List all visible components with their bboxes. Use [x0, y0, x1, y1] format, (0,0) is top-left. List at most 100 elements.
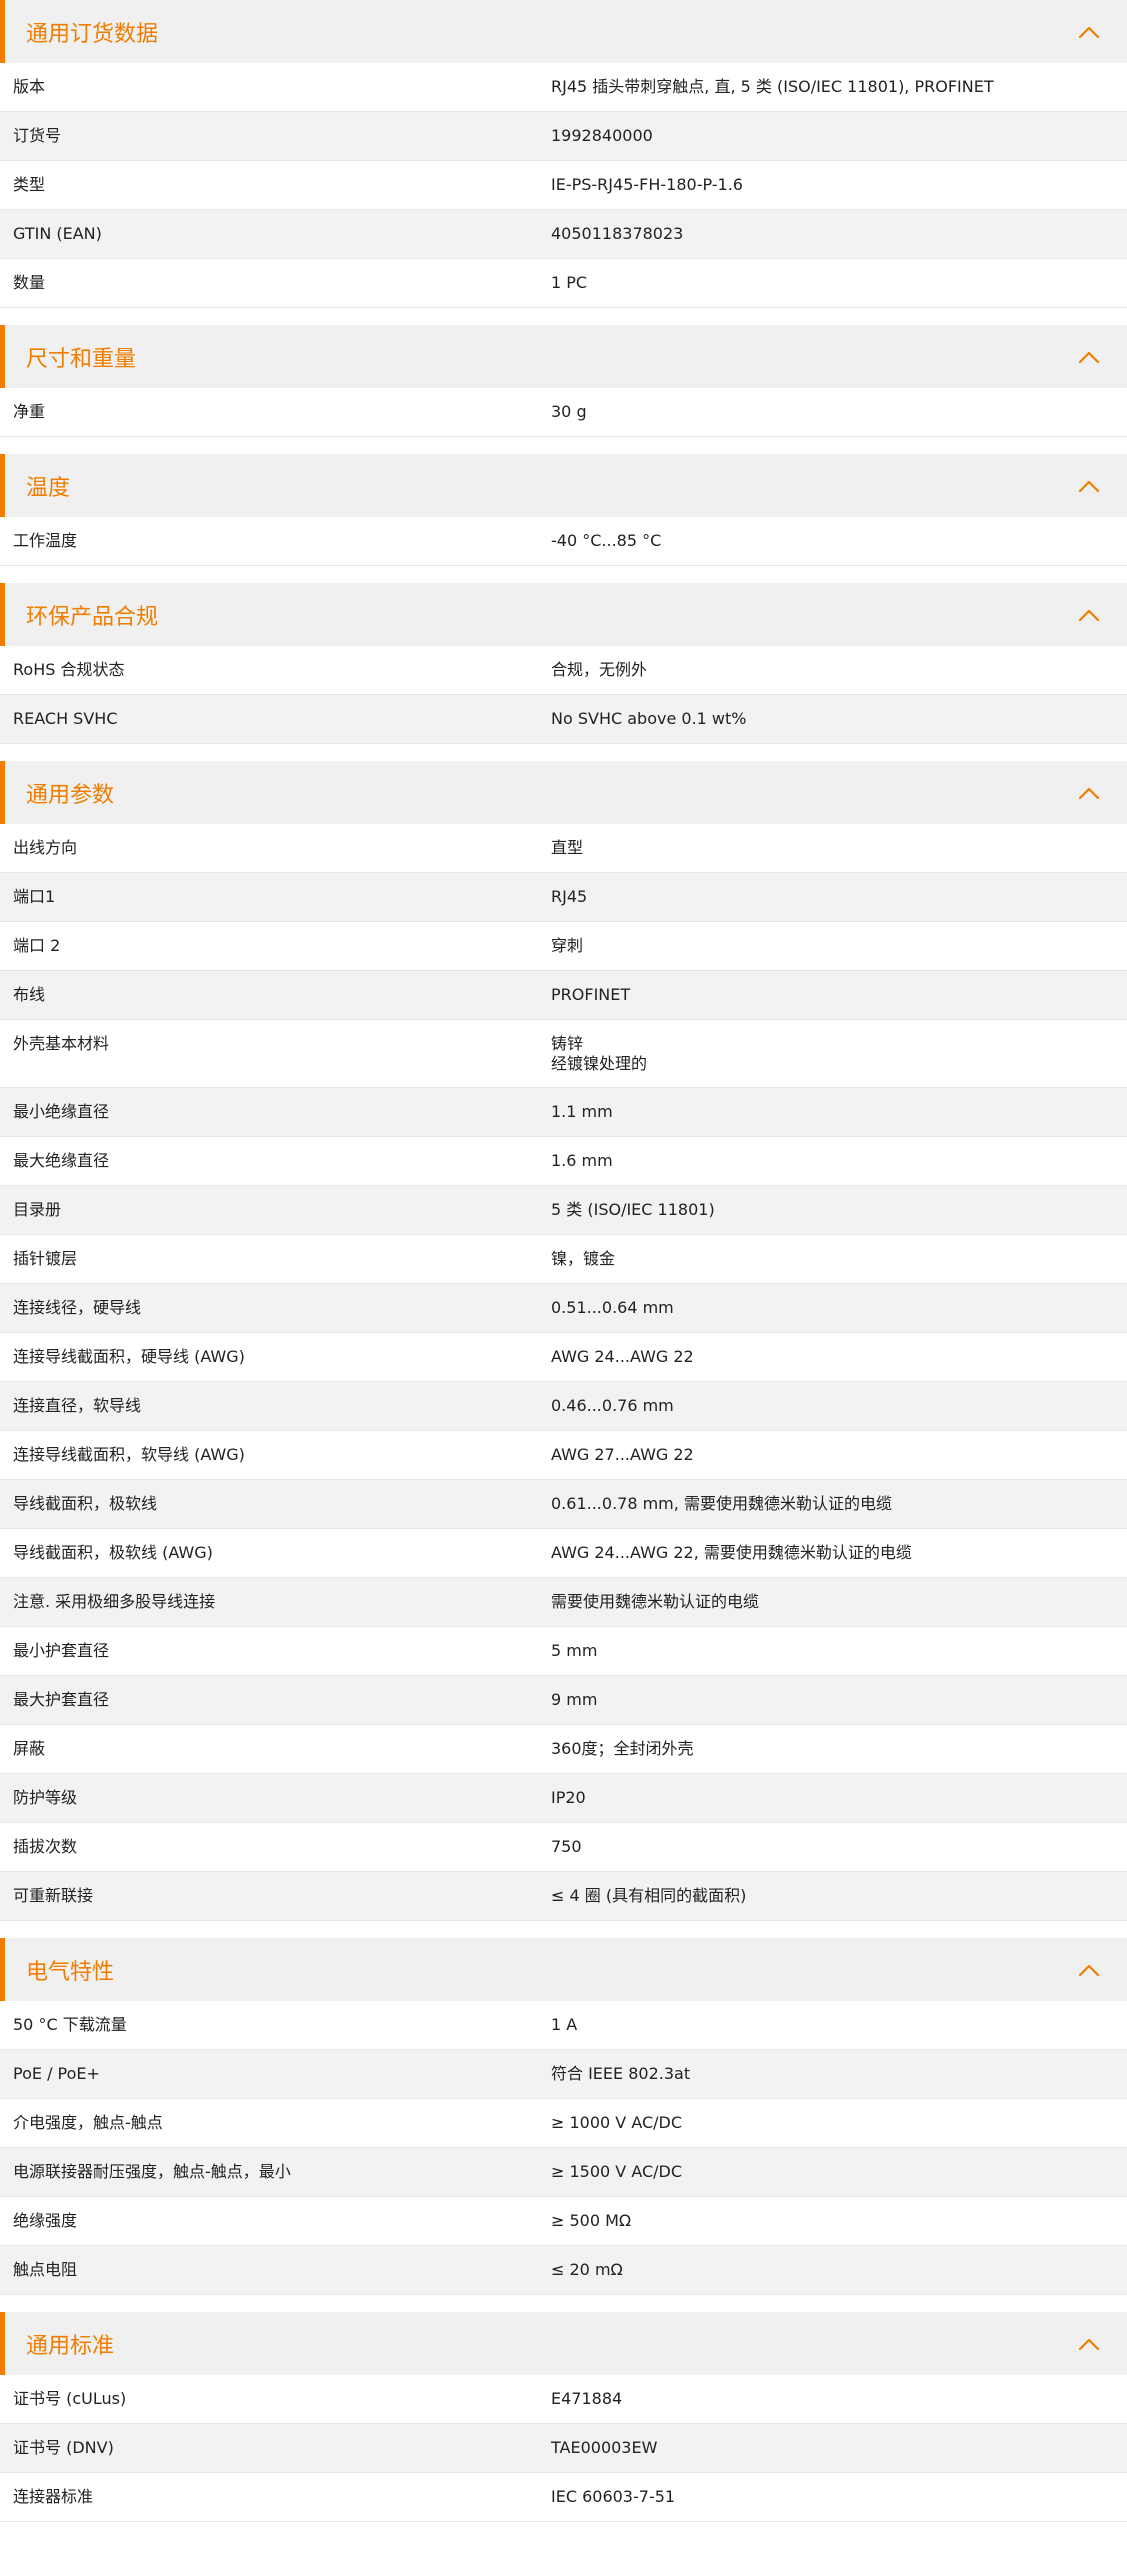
spec-value: ≤ 20 mΩ — [539, 2246, 1127, 2293]
spec-value-text: 5 类 (ISO/IEC 11801) — [551, 1200, 715, 1219]
spec-row: 50 °C 下载流量 1 A — [0, 2001, 1127, 2050]
spec-value: 需要使用魏德米勒认证的电缆 — [539, 1578, 1127, 1625]
spec-row: 证书号 (cULus) E471884 — [0, 2375, 1127, 2424]
spec-row: 布线 PROFINET — [0, 971, 1127, 1020]
spec-label: 屏蔽 — [13, 1739, 46, 1758]
spec-row: REACH SVHC No SVHC above 0.1 wt% — [0, 695, 1127, 744]
spec-section: 通用参数 出线方向 直型 端口1 RJ45 端口 2 穿刺 布线 PROFINET 外壳基本材料 铸… — [0, 761, 1127, 1921]
chevron-up-icon[interactable] — [1071, 597, 1107, 633]
spec-value-text: ≥ 1000 V AC/DC — [551, 2113, 683, 2132]
spec-value: 1.1 mm — [539, 1088, 1127, 1135]
spec-label: 类型 — [13, 175, 46, 194]
spec-value: 1992840000 — [539, 112, 1127, 159]
spec-label: 数量 — [13, 273, 46, 292]
spec-value-text: 穿刺 — [551, 936, 584, 955]
chevron-up-icon[interactable] — [1071, 2326, 1107, 2362]
spec-value: IE-PS-RJ45-FH-180-P-1.6 — [539, 161, 1127, 208]
chevron-up-icon[interactable] — [1071, 468, 1107, 504]
section-header-toggle[interactable]: 通用订货数据 — [0, 0, 1127, 63]
spec-value-text: 0.46...0.76 mm — [551, 1396, 674, 1415]
spec-row: 导线截面积，极软线 0.61...0.78 mm, 需要使用魏德米勒认证的电缆 — [0, 1480, 1127, 1529]
spec-section: 温度工作温度 -40 °C...85 °C — [0, 454, 1127, 566]
spec-row: 最大护套直径 9 mm — [0, 1676, 1127, 1725]
section-header-toggle[interactable]: 通用标准 — [0, 2312, 1127, 2375]
spec-label: 绝缘强度 — [13, 2211, 78, 2230]
spec-label: PoE / PoE+ — [13, 2064, 100, 2083]
spec-row: RoHS 合规状态 合规，无例外 — [0, 646, 1127, 695]
spec-section: 通用订货数据 版本 RJ45 插头带刺穿触点, 直, 5 类 (ISO/IEC 11… — [0, 0, 1127, 308]
spec-value: 穿刺 — [539, 922, 1127, 969]
spec-page: 通用订货数据 版本 RJ45 插头带刺穿触点, 直, 5 类 (ISO/IEC 11… — [0, 0, 1127, 2522]
spec-value-text: 4050118378023 — [551, 224, 684, 243]
spec-value: 30 g — [539, 388, 1127, 435]
spec-label: 目录册 — [13, 1200, 62, 1219]
spec-value: ≥ 1500 V AC/DC — [539, 2148, 1127, 2195]
spec-value-text: 铸锌 — [551, 1034, 584, 1053]
spec-value-text: ≥ 500 MΩ — [551, 2211, 632, 2230]
spec-value-text: 9 mm — [551, 1690, 598, 1709]
chevron-up-icon[interactable] — [1071, 339, 1107, 375]
spec-value-text: RJ45 — [551, 887, 588, 906]
section-header-toggle[interactable]: 环保产品合规 — [0, 583, 1127, 646]
spec-value: 合规，无例外 — [539, 646, 1127, 693]
spec-value-text: 镍，镀金 — [551, 1249, 616, 1268]
spec-row: 插拔次数 750 — [0, 1823, 1127, 1872]
spec-value: RJ45 插头带刺穿触点, 直, 5 类 (ISO/IEC 11801), PR… — [539, 63, 1127, 110]
spec-label: RoHS 合规状态 — [13, 660, 125, 679]
spec-row: 连接导线截面积，硬导线 (AWG) AWG 24...AWG 22 — [0, 1333, 1127, 1382]
section-header-toggle[interactable]: 温度 — [0, 454, 1127, 517]
spec-label: 电源联接器耐压强度，触点-触点，最小 — [13, 2162, 291, 2181]
section-title: 环保产品合规 — [26, 604, 159, 630]
spec-label: 连接导线截面积，软导线 (AWG) — [13, 1445, 245, 1464]
spec-value-text: AWG 24...AWG 22, 需要使用魏德米勒认证的电缆 — [551, 1543, 912, 1562]
spec-value-text: 750 — [551, 1837, 582, 1856]
spec-label: 连接器标准 — [13, 2487, 94, 2506]
spec-label: 最小绝缘直径 — [13, 1102, 110, 1121]
spec-row: 最大绝缘直径 1.6 mm — [0, 1137, 1127, 1186]
spec-row: 介电强度，触点-触点 ≥ 1000 V AC/DC — [0, 2099, 1127, 2148]
spec-value: E471884 — [539, 2375, 1127, 2422]
spec-value: 4050118378023 — [539, 210, 1127, 257]
spec-row: 防护等级 IP20 — [0, 1774, 1127, 1823]
section-header-toggle[interactable]: 尺寸和重量 — [0, 325, 1127, 388]
spec-label: 50 °C 下载流量 — [13, 2015, 127, 2034]
spec-row: 出线方向 直型 — [0, 824, 1127, 873]
chevron-up-icon[interactable] — [1071, 775, 1107, 811]
spec-row: 插针镀层 镍，镀金 — [0, 1235, 1127, 1284]
spec-value: 镍，镀金 — [539, 1235, 1127, 1282]
spec-row: 目录册 5 类 (ISO/IEC 11801) — [0, 1186, 1127, 1235]
spec-section: 环保产品合规 RoHS 合规状态 合规，无例外 REACH SVHC No SVHC a… — [0, 583, 1127, 744]
spec-value-text: 0.51...0.64 mm — [551, 1298, 674, 1317]
spec-label: 连接导线截面积，硬导线 (AWG) — [13, 1347, 245, 1366]
spec-row: 绝缘强度 ≥ 500 MΩ — [0, 2197, 1127, 2246]
spec-label: 介电强度，触点-触点 — [13, 2113, 163, 2132]
section-header-toggle[interactable]: 通用参数 — [0, 761, 1127, 824]
spec-value-text: 1.1 mm — [551, 1102, 613, 1121]
chevron-up-icon[interactable] — [1071, 1952, 1107, 1988]
spec-row: 注意. 采用极细多股导线连接 需要使用魏德米勒认证的电缆 — [0, 1578, 1127, 1627]
spec-row: PoE / PoE+ 符合 IEEE 802.3at — [0, 2050, 1127, 2099]
spec-value: IP20 — [539, 1774, 1127, 1821]
spec-row: GTIN (EAN) 4050118378023 — [0, 210, 1127, 259]
spec-value: ≥ 500 MΩ — [539, 2197, 1127, 2244]
spec-value: 5 mm — [539, 1627, 1127, 1674]
spec-row: 端口1 RJ45 — [0, 873, 1127, 922]
spec-value-text: 符合 IEEE 802.3at — [551, 2064, 691, 2083]
spec-value: 9 mm — [539, 1676, 1127, 1723]
chevron-up-icon[interactable] — [1071, 14, 1107, 50]
spec-label: 最大绝缘直径 — [13, 1151, 110, 1170]
spec-section: 电气特性 50 °C 下载流量 1 A PoE / PoE+ 符合 IEEE 802.3… — [0, 1938, 1127, 2295]
section-header-toggle[interactable]: 电气特性 — [0, 1938, 1127, 2001]
spec-value-text: 5 mm — [551, 1641, 598, 1660]
spec-row: 净重 30 g — [0, 388, 1127, 437]
spec-value-text: 30 g — [551, 402, 587, 421]
spec-row: 工作温度 -40 °C...85 °C — [0, 517, 1127, 566]
section-title: 温度 — [26, 475, 71, 501]
spec-value-text: 1992840000 — [551, 126, 653, 145]
section-title: 电气特性 — [26, 1959, 115, 1985]
spec-section: 通用标准 证书号 (cULus) E471884 证书号 (DNV) TAE00003E… — [0, 2312, 1127, 2522]
spec-value: -40 °C...85 °C — [539, 517, 1127, 564]
spec-row: 最小护套直径 5 mm — [0, 1627, 1127, 1676]
spec-label: 可重新联接 — [13, 1886, 94, 1905]
spec-value: IEC 60603-7-51 — [539, 2473, 1127, 2520]
